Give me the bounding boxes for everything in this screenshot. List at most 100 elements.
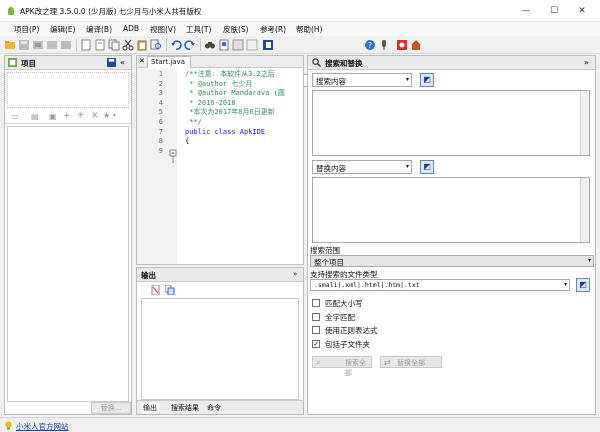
- official-site-link[interactable]: 小米人官方网站: [16, 421, 69, 432]
- window-title: APK改之理 3.5.0.0 (少月版) 七少月与小米人共有版权: [20, 7, 202, 16]
- menu-build[interactable]: 编译(B): [86, 24, 112, 35]
- expand-icon[interactable]: +: [63, 111, 71, 121]
- menu-tools[interactable]: 工具(T): [186, 24, 211, 35]
- menu-project[interactable]: 项目(P): [14, 24, 39, 35]
- minimize-button[interactable]: —: [512, 0, 540, 22]
- editor-tab[interactable]: Start.java: [147, 56, 191, 68]
- project-tree[interactable]: [7, 126, 129, 402]
- menu-reference[interactable]: 参考(R): [260, 24, 286, 35]
- search-mode-select[interactable]: 搜索内容 ▾: [312, 73, 412, 87]
- undo-icon[interactable]: [170, 39, 182, 51]
- tab-command[interactable]: 命令: [207, 403, 221, 413]
- replace-input[interactable]: [312, 177, 590, 243]
- output-text[interactable]: [141, 298, 299, 400]
- project-panel: 项目 « ▭ ▤ ▣ + ✳ ✕ ★ ▾ 替换...: [4, 55, 132, 415]
- line-number: 9: [158, 146, 163, 155]
- filetypes-edit-button[interactable]: ◩: [576, 278, 590, 292]
- replace-button[interactable]: 替换...: [91, 402, 131, 414]
- copy-icon[interactable]: [108, 39, 120, 51]
- goto-icon[interactable]: [232, 39, 244, 51]
- filetypes-select[interactable]: .smali|.xml|.html|.htm|.txt ▾: [310, 279, 570, 291]
- search-all-button[interactable]: ⌕ 搜索全部: [312, 356, 372, 377]
- save-layout-icon[interactable]: [107, 58, 116, 67]
- project-tree-toolbar: ▭ ▤ ▣ + ✳ ✕ ★ ▾: [5, 110, 131, 124]
- collapse-search-icon[interactable]: »: [584, 58, 589, 67]
- menu-bar: 项目(P) 编辑(E) 编译(B) ADB 视图(V) 工具(T) 皮肤(S) …: [0, 22, 600, 36]
- close-button[interactable]: ✕: [568, 0, 596, 22]
- help-icon[interactable]: ?: [364, 39, 376, 51]
- code-line: /**注意: 本软件从3.2之后: [185, 70, 275, 78]
- sign-icon[interactable]: [46, 39, 58, 51]
- camera-icon[interactable]: [396, 39, 408, 51]
- build-icon[interactable]: [32, 39, 44, 51]
- title-bar: APK改之理 3.5.0.0 (少月版) 七少月与小米人共有版权 — ☐ ✕: [0, 0, 600, 22]
- search-scope-select[interactable]: 整个项目 ▾: [310, 255, 594, 267]
- line-number: 6: [158, 117, 163, 126]
- menu-edit[interactable]: 编辑(E): [50, 24, 76, 35]
- project-panel-title: 项目: [21, 59, 36, 68]
- syntax-icon[interactable]: [262, 39, 274, 51]
- microphone-icon[interactable]: [378, 39, 390, 51]
- collapse-panel-icon[interactable]: «: [120, 58, 125, 67]
- checkbox[interactable]: ✓: [312, 339, 320, 348]
- star-icon[interactable]: ★: [103, 111, 110, 120]
- code-editor-panel: ✕ Start.java 123456789 /**注意: 本软件从3.2之后 …: [136, 55, 304, 265]
- replace-all-button[interactable]: ⇄ 替换全部: [380, 356, 442, 368]
- collapse-output-icon[interactable]: »: [293, 270, 297, 278]
- clear-output-icon[interactable]: [151, 285, 161, 295]
- chevron-down-icon[interactable]: ▾: [113, 112, 116, 119]
- search-input-scrollbar[interactable]: [580, 91, 589, 155]
- search-icon: [312, 58, 321, 67]
- tab-output[interactable]: 输出: [141, 403, 159, 413]
- replace-options-button[interactable]: ◩: [420, 160, 434, 174]
- search-options-button[interactable]: ◩: [420, 73, 434, 87]
- delete-icon[interactable]: ✕: [91, 111, 99, 121]
- bookmark-icon[interactable]: [218, 39, 230, 51]
- line-number: 8: [158, 137, 163, 146]
- menu-skin[interactable]: 皮肤(S): [223, 24, 249, 35]
- new-file-icon[interactable]: [80, 39, 92, 51]
- output-tabs: 输出 搜索结果 命令: [137, 400, 303, 414]
- replace-all-icon: ⇄: [384, 358, 391, 367]
- line-number: 3: [158, 89, 163, 98]
- menu-adb[interactable]: ADB: [123, 24, 139, 33]
- replace-input-scrollbar[interactable]: [580, 178, 589, 242]
- open-file-icon[interactable]: [94, 39, 106, 51]
- fold-marker-icon[interactable]: [169, 149, 177, 189]
- tree-refresh-icon[interactable]: ▣: [49, 112, 57, 121]
- paste-icon[interactable]: [136, 39, 148, 51]
- code-line: * @author Mandarava (圆: [185, 89, 285, 98]
- checkbox[interactable]: [312, 326, 320, 334]
- copy-output-icon[interactable]: [165, 285, 175, 295]
- tree-new-icon[interactable]: ▭: [11, 112, 19, 121]
- checkbox[interactable]: [312, 299, 320, 307]
- tab-search-results[interactable]: 搜索结果: [171, 403, 199, 413]
- search-input[interactable]: [312, 90, 590, 156]
- chevron-down-icon: ▾: [587, 257, 591, 264]
- close-tab-icon[interactable]: ✕: [139, 57, 145, 65]
- project-icon: [8, 58, 17, 67]
- cut-icon[interactable]: [122, 39, 134, 51]
- open-project-icon[interactable]: [4, 39, 16, 51]
- binoculars-icon[interactable]: [204, 39, 216, 51]
- maximize-button[interactable]: ☐: [540, 0, 568, 22]
- replace-button-label: 替换...: [100, 404, 122, 412]
- output-toolbar: [137, 283, 303, 297]
- save-icon[interactable]: [18, 39, 30, 51]
- output-panel-title: 输出: [141, 271, 156, 280]
- menu-view[interactable]: 视图(V): [150, 24, 176, 35]
- replace-mode-select[interactable]: 替换内容 ▾: [312, 160, 412, 174]
- install-icon[interactable]: [60, 39, 72, 51]
- tree-copy-icon[interactable]: ▤: [31, 112, 39, 121]
- menu-help[interactable]: 帮助(H): [296, 24, 323, 35]
- format-icon[interactable]: [246, 39, 258, 51]
- find-replace-icon[interactable]: [150, 39, 162, 51]
- search-panel-title: 搜索和替换: [325, 59, 363, 68]
- code-area[interactable]: /**注意: 本软件从3.2之后 * @author 七少月 * @author…: [185, 70, 303, 264]
- collapse-all-icon[interactable]: ✳: [77, 111, 85, 121]
- checkbox[interactable]: [312, 312, 320, 321]
- home-icon[interactable]: [410, 39, 422, 51]
- line-numbers: 123456789: [137, 70, 163, 156]
- redo-icon[interactable]: [184, 39, 196, 51]
- code-line: {: [185, 137, 190, 146]
